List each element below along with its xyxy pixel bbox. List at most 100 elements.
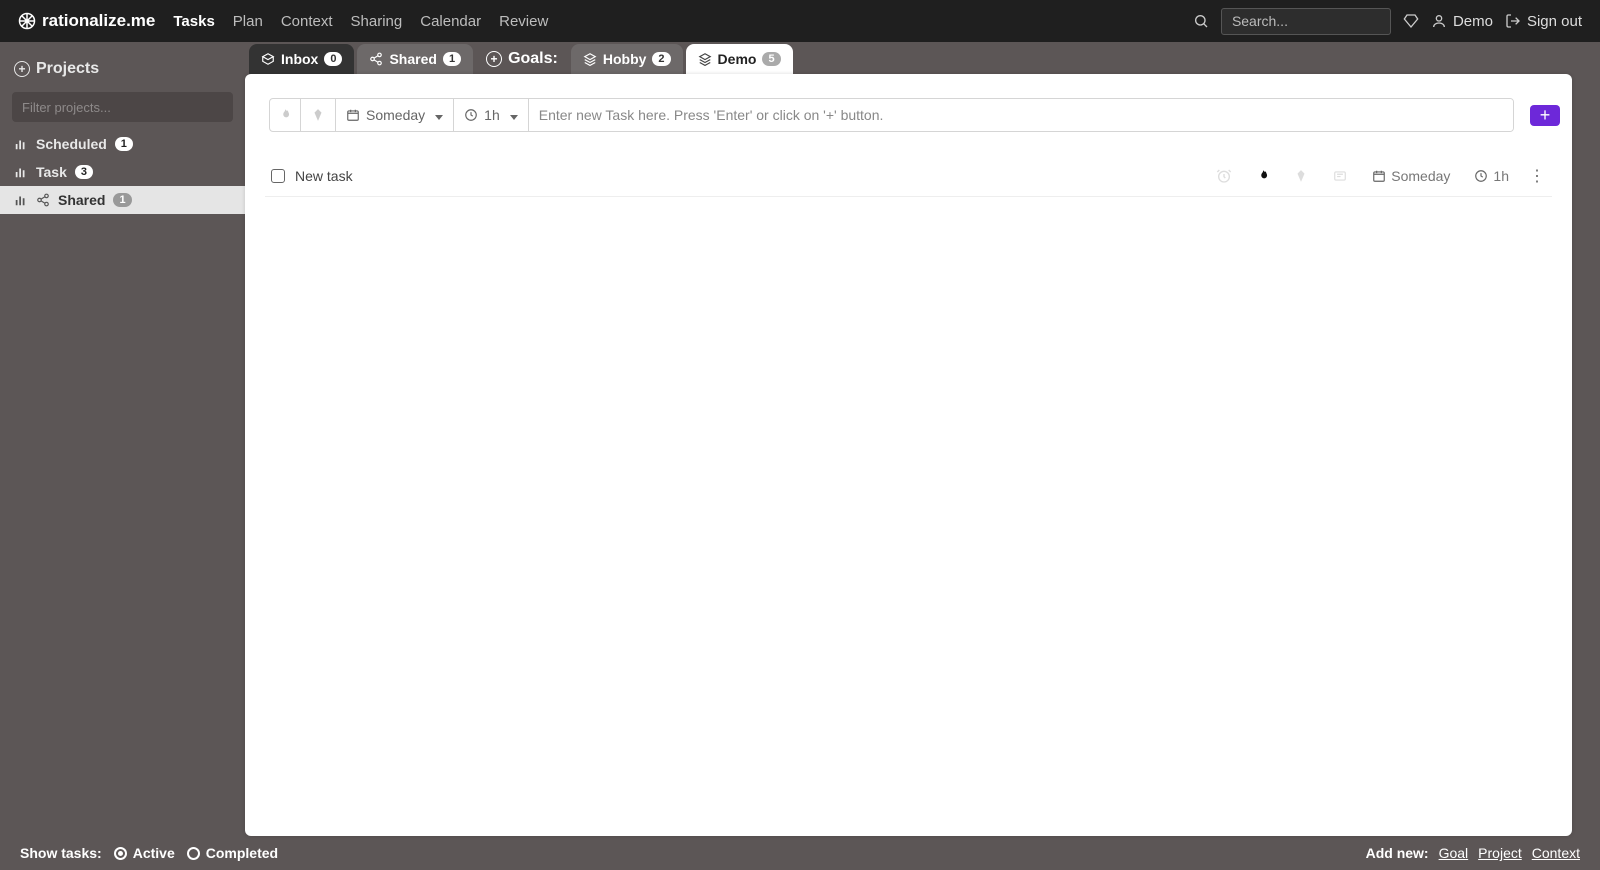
task-duration-label: 1h: [1493, 168, 1509, 184]
newtask-fire-toggle[interactable]: [270, 99, 301, 131]
tab-count: 5: [762, 52, 780, 66]
sidebar-item-count: 3: [75, 165, 93, 179]
radio-icon: [114, 847, 127, 860]
tasks-panel: Someday 1h + New task: [245, 74, 1572, 836]
tabs-bar: Inbox 0 Shared 1 + Goals: Hobby 2 Demo 5: [245, 42, 1600, 74]
filter-projects-input[interactable]: [12, 92, 233, 122]
topbar: rationalize.me Tasks Plan Context Sharin…: [0, 0, 1600, 42]
task-duration[interactable]: 1h: [1474, 168, 1509, 184]
sidebar-item-task[interactable]: Task 3: [0, 158, 245, 186]
nav-calendar[interactable]: Calendar: [420, 13, 481, 30]
task-date[interactable]: Someday: [1372, 168, 1450, 184]
nav-review[interactable]: Review: [499, 13, 548, 30]
nav-sharing[interactable]: Sharing: [351, 13, 403, 30]
bars-icon: [14, 165, 28, 179]
search-input[interactable]: [1221, 8, 1391, 35]
filter-completed-label: Completed: [206, 845, 278, 861]
calendar-icon: [346, 108, 360, 122]
sidebar: + Projects Scheduled 1 Task 3 Shared 1: [0, 42, 245, 836]
task-note[interactable]: [1332, 169, 1348, 183]
share-icon: [369, 52, 383, 66]
tab-label: Shared: [389, 51, 436, 67]
task-alarm[interactable]: [1216, 168, 1232, 184]
task-name: New task: [295, 168, 353, 184]
filter-active-label: Active: [133, 845, 175, 861]
bars-icon: [14, 193, 28, 207]
sidebar-item-shared[interactable]: Shared 1: [0, 186, 245, 214]
tab-count: 1: [443, 52, 461, 66]
task-more-menu[interactable]: ⋮: [1529, 166, 1546, 186]
newtask-duration-label: 1h: [484, 107, 500, 123]
brand-name: rationalize.me: [42, 11, 155, 31]
add-new-label: Add new:: [1366, 845, 1429, 861]
tab-label: Hobby: [603, 51, 647, 67]
add-new-context[interactable]: Context: [1532, 845, 1580, 861]
signout-icon: [1505, 13, 1521, 29]
tab-label: Inbox: [281, 51, 318, 67]
task-checkbox[interactable]: [271, 169, 285, 183]
nav-plan[interactable]: Plan: [233, 13, 263, 30]
goals-add-button[interactable]: + Goals:: [476, 44, 568, 74]
chevron-down-icon: [435, 107, 443, 123]
diamond-icon[interactable]: [1403, 13, 1419, 29]
sidebar-item-label: Task: [36, 164, 67, 180]
signout-label: Sign out: [1527, 13, 1582, 30]
add-project-button[interactable]: +: [14, 61, 30, 77]
show-tasks-label: Show tasks:: [20, 845, 102, 861]
tab-inbox[interactable]: Inbox 0: [249, 44, 354, 74]
tab-count: 0: [324, 52, 342, 66]
sidebar-item-label: Shared: [58, 192, 105, 208]
filter-completed[interactable]: Completed: [187, 845, 278, 861]
user-menu[interactable]: Demo: [1431, 13, 1493, 30]
task-fire[interactable]: [1256, 168, 1270, 184]
tab-demo[interactable]: Demo 5: [686, 44, 793, 74]
signout-button[interactable]: Sign out: [1505, 13, 1582, 30]
alarm-icon: [1216, 168, 1232, 184]
fire-icon: [278, 107, 292, 123]
filter-active[interactable]: Active: [114, 845, 175, 861]
task-diamond[interactable]: [1294, 169, 1308, 183]
newtask-input[interactable]: [529, 99, 1513, 131]
box-icon: [261, 52, 275, 66]
sidebar-item-scheduled[interactable]: Scheduled 1: [0, 130, 245, 158]
fire-icon: [1256, 168, 1270, 184]
bars-icon: [14, 137, 28, 151]
user-icon: [1431, 13, 1447, 29]
tab-label: Demo: [718, 51, 757, 67]
add-new-goal[interactable]: Goal: [1439, 845, 1469, 861]
goals-label: Goals:: [508, 50, 558, 68]
chevron-down-icon: [510, 107, 518, 123]
radio-icon: [187, 847, 200, 860]
brand[interactable]: rationalize.me: [18, 11, 155, 31]
clock-icon: [1474, 169, 1488, 183]
brand-logo-icon: [18, 12, 36, 30]
tab-hobby[interactable]: Hobby 2: [571, 44, 683, 74]
task-date-label: Someday: [1391, 168, 1450, 184]
task-list: New task: [245, 156, 1572, 836]
newtask-add-button[interactable]: +: [1530, 105, 1560, 126]
add-new-project[interactable]: Project: [1478, 845, 1522, 861]
diamond-icon: [1294, 169, 1308, 183]
sidebar-header: + Projects: [0, 52, 245, 86]
plus-circle-icon: +: [486, 51, 502, 67]
tab-count: 2: [652, 52, 670, 66]
layers-icon: [583, 52, 597, 66]
nav-context[interactable]: Context: [281, 13, 333, 30]
newtask-date-label: Someday: [366, 107, 425, 123]
user-name: Demo: [1453, 13, 1493, 30]
task-row[interactable]: New task: [265, 156, 1552, 197]
nav-tasks[interactable]: Tasks: [173, 13, 214, 30]
search-icon[interactable]: [1193, 13, 1209, 29]
newtask-date-select[interactable]: Someday: [336, 99, 454, 131]
footer-bar: Show tasks: Active Completed Add new: Go…: [0, 836, 1600, 870]
tab-shared[interactable]: Shared 1: [357, 44, 473, 74]
layers-icon: [698, 52, 712, 66]
sidebar-item-count: 1: [113, 193, 131, 207]
share-icon: [36, 193, 50, 207]
newtask-duration-select[interactable]: 1h: [454, 99, 529, 131]
newtask-diamond-toggle[interactable]: [301, 99, 336, 131]
sidebar-item-count: 1: [115, 137, 133, 151]
sidebar-title: Projects: [36, 60, 99, 78]
note-icon: [1332, 169, 1348, 183]
calendar-icon: [1372, 169, 1386, 183]
